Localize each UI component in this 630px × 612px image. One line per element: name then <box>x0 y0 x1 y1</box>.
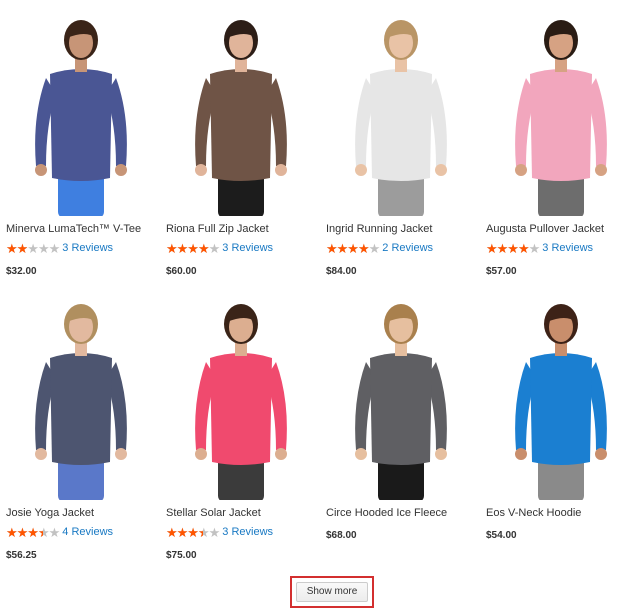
product-photo-figure <box>195 304 287 500</box>
reviews-link[interactable]: 4 Reviews <box>62 526 113 538</box>
reviews-link[interactable]: 3 Reviews <box>222 242 273 254</box>
product-name-link[interactable]: Ingrid Running Jacket <box>326 223 486 235</box>
product-image[interactable] <box>486 16 630 216</box>
product-photo-figure <box>35 304 127 500</box>
product-image[interactable] <box>6 16 156 216</box>
product-photo-figure <box>355 304 447 500</box>
product-photo-figure <box>515 304 607 500</box>
rating-stars: ★★★★★★★★★★ <box>166 524 220 540</box>
product-price: $60.00 <box>166 266 197 277</box>
product-name-link[interactable]: Josie Yoga Jacket <box>6 507 166 519</box>
product-price: $32.00 <box>6 266 37 277</box>
product-image[interactable] <box>166 16 316 216</box>
product-rating: ★★★★★★★★★★4 Reviews <box>6 525 113 539</box>
product-rating: ★★★★★★★★★★3 Reviews <box>166 241 273 255</box>
rating-stars: ★★★★★★★★★★ <box>486 240 540 256</box>
show-more-button[interactable]: Show more <box>296 582 368 602</box>
product-image[interactable] <box>166 300 316 500</box>
product-price: $84.00 <box>326 266 357 277</box>
rating-stars: ★★★★★★★★★★ <box>166 240 220 256</box>
product-price: $68.00 <box>326 530 357 541</box>
reviews-link[interactable]: 3 Reviews <box>62 242 113 254</box>
product-image[interactable] <box>326 300 476 500</box>
product-rating: ★★★★★★★★★★3 Reviews <box>486 241 593 255</box>
product-image[interactable] <box>326 16 476 216</box>
product-photo-figure <box>515 20 607 216</box>
product-price: $56.25 <box>6 550 37 561</box>
rating-stars: ★★★★★★★★★★ <box>326 240 380 256</box>
product-name-link[interactable]: Stellar Solar Jacket <box>166 507 326 519</box>
product-price: $54.00 <box>486 530 517 541</box>
product-name-link[interactable]: Circe Hooded Ice Fleece <box>326 507 486 519</box>
product-photo-figure <box>355 20 447 216</box>
product-name-link[interactable]: Augusta Pullover Jacket <box>486 223 630 235</box>
reviews-link[interactable]: 3 Reviews <box>222 526 273 538</box>
product-image[interactable] <box>486 300 630 500</box>
product-name-link[interactable]: Riona Full Zip Jacket <box>166 223 326 235</box>
product-rating: ★★★★★★★★★★3 Reviews <box>6 241 113 255</box>
product-image[interactable] <box>6 300 156 500</box>
product-rating: ★★★★★★★★★★3 Reviews <box>166 525 273 539</box>
product-photo-figure <box>35 20 127 216</box>
rating-stars: ★★★★★★★★★★ <box>6 524 60 540</box>
show-more-highlight: Show more <box>290 576 374 608</box>
product-price: $75.00 <box>166 550 197 561</box>
rating-stars: ★★★★★★★★★★ <box>6 240 60 256</box>
product-name-link[interactable]: Eos V-Neck Hoodie <box>486 507 630 519</box>
product-price: $57.00 <box>486 266 517 277</box>
product-name-link[interactable]: Minerva LumaTech™ V-Tee <box>6 223 166 235</box>
reviews-link[interactable]: 2 Reviews <box>382 242 433 254</box>
product-rating: ★★★★★★★★★★2 Reviews <box>326 241 433 255</box>
product-photo-figure <box>195 20 287 216</box>
reviews-link[interactable]: 3 Reviews <box>542 242 593 254</box>
